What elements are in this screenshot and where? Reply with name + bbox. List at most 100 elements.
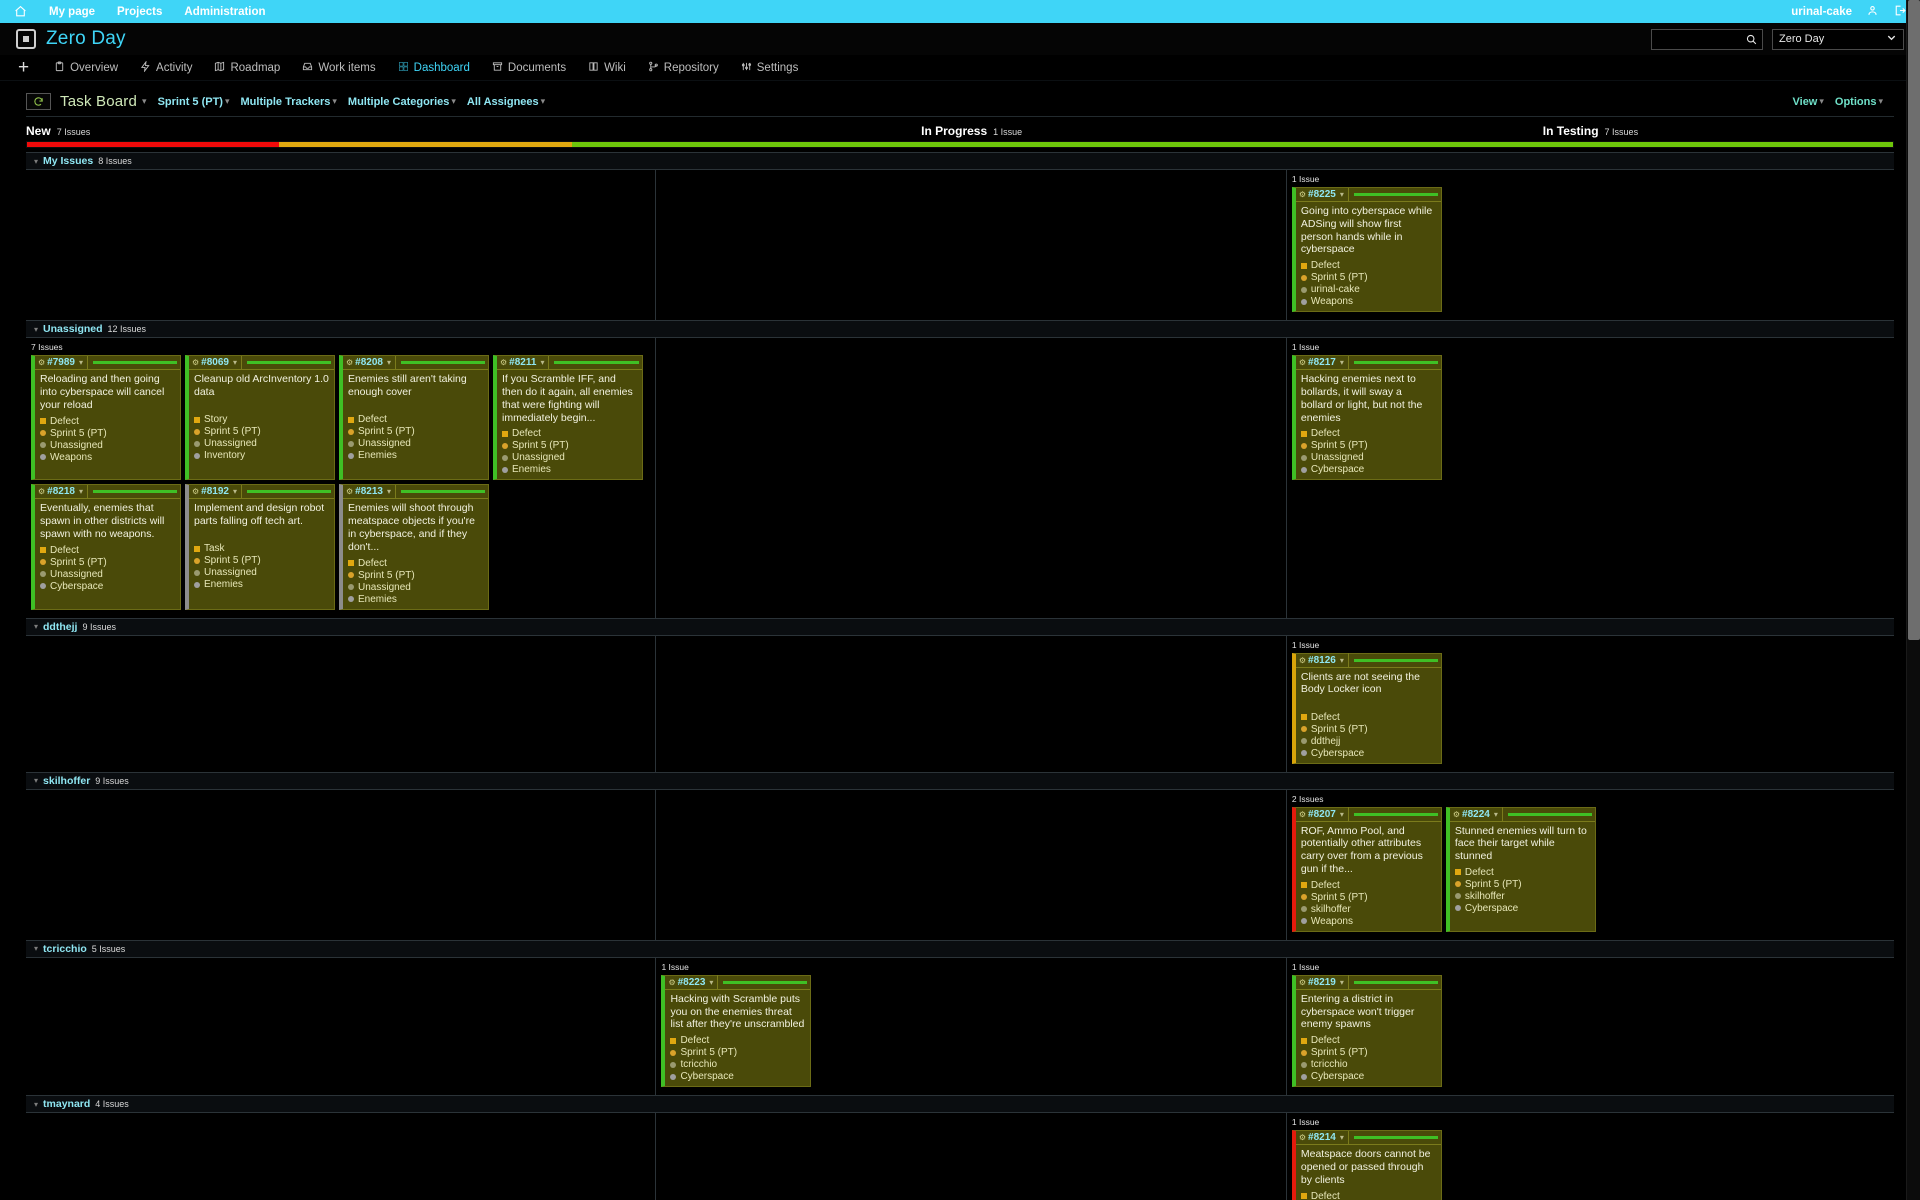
gear-icon[interactable]: ⚙ bbox=[192, 487, 199, 496]
menu-item-settings[interactable]: Settings bbox=[730, 55, 810, 81]
issue-card[interactable]: ⚙ #8213 ▾ Enemies will shoot through meatsp… bbox=[339, 484, 489, 610]
issue-card[interactable]: ⚙ #8069 ▾ Cleanup old ArcInventory 1.0 data… bbox=[185, 355, 335, 481]
gear-icon[interactable]: ⚙ bbox=[1299, 978, 1306, 987]
logout-icon[interactable] bbox=[1893, 4, 1906, 20]
card-id-group[interactable]: ⚙ #8192 ▾ bbox=[192, 484, 242, 499]
filter-trackers[interactable]: Multiple Trackers bbox=[241, 96, 331, 108]
topbar-link-administration[interactable]: Administration bbox=[184, 6, 265, 18]
collapse-triangle-icon[interactable]: ▾ bbox=[34, 1100, 38, 1109]
gear-icon[interactable]: ⚙ bbox=[1299, 190, 1306, 199]
chevron-down-icon[interactable]: ▾ bbox=[541, 96, 546, 107]
issue-card[interactable]: ⚙ #8211 ▾ If you Scramble IFF, and then do … bbox=[493, 355, 643, 481]
chevron-down-icon[interactable]: ▾ bbox=[709, 978, 713, 987]
board-cell[interactable] bbox=[656, 1113, 1287, 1200]
issue-id-link[interactable]: #8217 bbox=[1308, 357, 1336, 368]
topbar-link-projects[interactable]: Projects bbox=[117, 6, 162, 18]
board-cell[interactable]: 1 Issue ⚙ #8217 ▾ Hacking enemies next to bo… bbox=[1287, 338, 1894, 617]
board-cell[interactable]: 1 Issue ⚙ #8214 ▾ Meatspace doors cannot be … bbox=[1287, 1113, 1894, 1200]
gear-icon[interactable]: ⚙ bbox=[1299, 358, 1306, 367]
add-button[interactable]: + bbox=[18, 58, 43, 77]
chevron-down-icon[interactable]: ▾ bbox=[1340, 358, 1344, 367]
menu-item-work-items[interactable]: Work items bbox=[291, 55, 386, 81]
chevron-down-icon[interactable]: ▾ bbox=[332, 96, 337, 107]
chevron-down-icon[interactable]: ▾ bbox=[387, 487, 391, 496]
chevron-down-icon[interactable]: ▾ bbox=[225, 96, 230, 107]
card-id-group[interactable]: ⚙ #8126 ▾ bbox=[1299, 653, 1349, 668]
board-cell[interactable] bbox=[26, 635, 657, 772]
gear-icon[interactable]: ⚙ bbox=[346, 358, 353, 367]
board-cell[interactable] bbox=[656, 338, 1287, 618]
collapse-triangle-icon[interactable]: ▾ bbox=[34, 776, 38, 785]
menu-item-documents[interactable]: Documents bbox=[481, 55, 577, 81]
collapse-triangle-icon[interactable]: ▾ bbox=[34, 944, 38, 953]
board-cell[interactable]: 1 Issue ⚙ #8219 ▾ Entering a district in cyb… bbox=[1287, 958, 1894, 1095]
vertical-scrollbar[interactable] bbox=[1906, 0, 1920, 1200]
board-cell[interactable] bbox=[656, 635, 1287, 772]
filter-assignees[interactable]: All Assignees bbox=[467, 96, 539, 108]
group-header-tcricchio[interactable]: ▾ tcricchio 5 Issues bbox=[26, 940, 1894, 958]
card-id-group[interactable]: ⚙ #8224 ▾ bbox=[1453, 807, 1503, 822]
search-field[interactable] bbox=[1656, 32, 1742, 46]
chevron-down-icon[interactable]: ▾ bbox=[387, 358, 391, 367]
scrollbar-thumb[interactable] bbox=[1908, 0, 1920, 640]
board-cell[interactable] bbox=[26, 170, 657, 321]
issue-id-link[interactable]: #8192 bbox=[201, 486, 229, 497]
chevron-down-icon[interactable]: ▾ bbox=[1494, 810, 1498, 819]
card-id-group[interactable]: ⚙ #8223 ▾ bbox=[668, 975, 719, 990]
chevron-down-icon[interactable]: ▾ bbox=[1340, 1133, 1344, 1142]
card-id-group[interactable]: ⚙ #8069 ▾ bbox=[192, 355, 242, 370]
gear-icon[interactable]: ⚙ bbox=[38, 358, 45, 367]
issue-id-link[interactable]: #8208 bbox=[355, 357, 383, 368]
gear-icon[interactable]: ⚙ bbox=[1299, 656, 1306, 665]
card-id-group[interactable]: ⚙ #8214 ▾ bbox=[1299, 1130, 1349, 1145]
group-header-my-issues[interactable]: ▾ My Issues 8 Issues bbox=[26, 153, 1894, 170]
issue-card[interactable]: ⚙ #8224 ▾ Stunned enemies will turn to face… bbox=[1445, 806, 1596, 932]
issue-id-link[interactable]: #8211 bbox=[509, 357, 536, 368]
issue-id-link[interactable]: #8207 bbox=[1308, 809, 1336, 820]
filter-categories[interactable]: Multiple Categories bbox=[348, 96, 449, 108]
board-cell[interactable]: 7 Issues ⚙ #7989 ▾ Reloading and then going … bbox=[26, 338, 657, 618]
menu-item-wiki[interactable]: Wiki bbox=[577, 55, 637, 81]
chevron-down-icon[interactable]: ▾ bbox=[1340, 656, 1344, 665]
menu-item-roadmap[interactable]: Roadmap bbox=[203, 55, 291, 81]
collapse-triangle-icon[interactable]: ▾ bbox=[34, 157, 38, 166]
issue-id-link[interactable]: #8219 bbox=[1308, 977, 1336, 988]
card-id-group[interactable]: ⚙ #8211 ▾ bbox=[500, 355, 550, 370]
home-icon[interactable] bbox=[14, 5, 27, 18]
board-cell[interactable]: 1 Issue ⚙ #8225 ▾ Going into cyberspace whil… bbox=[1287, 170, 1894, 320]
card-id-group[interactable]: ⚙ #8213 ▾ bbox=[346, 484, 396, 499]
chevron-down-icon[interactable]: ▾ bbox=[233, 358, 237, 367]
chevron-down-icon[interactable]: ▾ bbox=[1340, 190, 1344, 199]
topbar-link-my-page[interactable]: My page bbox=[49, 6, 95, 18]
chevron-down-icon[interactable]: ▾ bbox=[1340, 978, 1344, 987]
chevron-down-icon[interactable]: ▾ bbox=[1819, 96, 1824, 107]
group-header-unassigned[interactable]: ▾ Unassigned 12 Issues bbox=[26, 321, 1894, 339]
issue-id-link[interactable]: #8213 bbox=[355, 486, 383, 497]
user-icon[interactable] bbox=[1866, 4, 1879, 20]
gear-icon[interactable]: ⚙ bbox=[668, 978, 675, 987]
search-icon[interactable] bbox=[1745, 33, 1758, 51]
issue-card[interactable]: ⚙ #8207 ▾ ROF, Ammo Pool, and potentially o… bbox=[1291, 806, 1442, 932]
issue-card[interactable]: ⚙ #8218 ▾ Eventually, enemies that spawn in… bbox=[31, 484, 181, 610]
issue-id-link[interactable]: #8214 bbox=[1308, 1132, 1336, 1143]
issue-card[interactable]: ⚙ #8219 ▾ Entering a district in cyberspace… bbox=[1291, 974, 1442, 1088]
board-cell[interactable]: 1 Issue ⚙ #8223 ▾ Hacking with Scramble puts… bbox=[656, 957, 1287, 1096]
board-cell[interactable] bbox=[656, 170, 1287, 321]
gear-icon[interactable]: ⚙ bbox=[346, 487, 353, 496]
search-input[interactable] bbox=[1651, 28, 1763, 51]
issue-id-link[interactable]: #8126 bbox=[1308, 655, 1336, 666]
menu-item-activity[interactable]: Activity bbox=[129, 55, 203, 81]
issue-card[interactable]: ⚙ #8208 ▾ Enemies still aren't taking enoug… bbox=[339, 355, 489, 481]
menu-item-overview[interactable]: Overview bbox=[43, 55, 129, 81]
issue-card[interactable]: ⚙ #8126 ▾ Clients are not seeing the Body L… bbox=[1291, 652, 1442, 764]
menu-item-dashboard[interactable]: Dashboard bbox=[387, 55, 481, 81]
issue-card[interactable]: ⚙ #8214 ▾ Meatspace doors cannot be opened … bbox=[1291, 1130, 1442, 1200]
issue-card[interactable]: ⚙ #8223 ▾ Hacking with Scramble puts you on… bbox=[661, 974, 812, 1088]
issue-card[interactable]: ⚙ #8217 ▾ Hacking enemies next to bollards,… bbox=[1291, 355, 1442, 481]
options-menu[interactable]: Options bbox=[1835, 96, 1877, 108]
menu-item-repository[interactable]: Repository bbox=[637, 55, 730, 81]
board-cell[interactable]: 1 Issue ⚙ #8126 ▾ Clients are not seeing the… bbox=[1287, 636, 1894, 772]
card-id-group[interactable]: ⚙ #8207 ▾ bbox=[1299, 807, 1349, 822]
gear-icon[interactable]: ⚙ bbox=[1453, 810, 1460, 819]
gear-icon[interactable]: ⚙ bbox=[1299, 810, 1306, 819]
